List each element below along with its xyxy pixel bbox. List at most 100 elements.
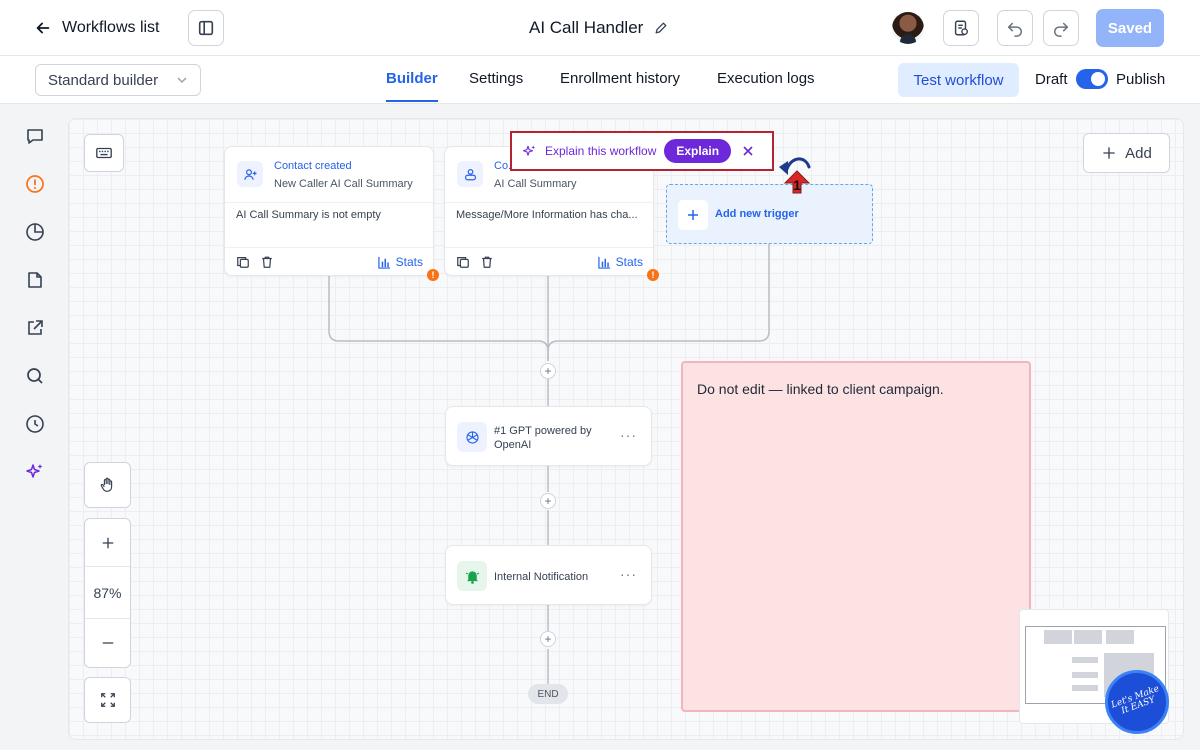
user-avatar[interactable] [892, 12, 924, 44]
comments-icon[interactable] [24, 125, 46, 147]
sticky-note-text: Do not edit — linked to client campaign. [697, 381, 944, 397]
add-step-button[interactable]: + [540, 631, 556, 647]
sticky-note[interactable]: Do not edit — linked to client campaign. [681, 361, 1031, 712]
file-icon[interactable] [24, 269, 46, 291]
fit-view-button[interactable] [84, 677, 131, 723]
action-label-secondary: OpenAI [494, 439, 532, 451]
back-to-workflows-button[interactable]: Workflows list [34, 14, 160, 42]
action-card-notification[interactable]: Internal Notification ··· [445, 545, 652, 605]
toggle-sidebar-button[interactable] [188, 10, 224, 46]
stats-label: Stats [615, 255, 643, 269]
sidebar-panel-icon [198, 20, 214, 36]
arrow-left-icon [36, 22, 50, 34]
workflow-title-text: AI Call Handler [529, 18, 644, 37]
zoom-controls: 87% [84, 518, 131, 668]
tab-execution-logs[interactable]: Execution logs [717, 70, 815, 87]
action-label: Internal Notification [494, 571, 589, 583]
pie-chart-icon[interactable] [24, 221, 46, 243]
bar-chart-icon [597, 256, 610, 269]
close-icon[interactable] [741, 144, 755, 158]
add-new-trigger-button[interactable]: Add new trigger [666, 184, 873, 244]
top-bar: Workflows list AI Call Handler Saved [0, 0, 1200, 56]
plus-icon [102, 537, 113, 548]
trigger-header: Contact created New Caller AI Call Summa… [225, 147, 433, 203]
action-label: #1 GPT powered by [494, 425, 592, 437]
back-label: Workflows list [62, 19, 160, 36]
sparkles-icon[interactable] [24, 461, 46, 483]
canvas-area: Add Contact created New Caller AI Call S… [68, 104, 1200, 750]
trigger-condition: AI Call Summary is not empty [236, 209, 381, 221]
explain-workflow-banner: Explain this workflow Explain [510, 131, 774, 171]
add-step-button[interactable]: + [540, 363, 556, 379]
hand-icon [100, 477, 112, 492]
trigger-card[interactable]: Contact created New Caller AI Call Summa… [224, 146, 439, 281]
redo-button[interactable] [1043, 10, 1079, 46]
watermark-text: Let's Make It EASY [1109, 684, 1161, 717]
sparkles-icon [522, 145, 536, 156]
expand-icon [100, 693, 115, 707]
trash-icon[interactable] [260, 255, 274, 269]
copy-icon[interactable] [236, 255, 250, 269]
trash-icon[interactable] [480, 255, 494, 269]
publish-label: Publish [1116, 71, 1166, 88]
search-icon[interactable] [24, 365, 46, 387]
step-number: 1 [793, 177, 801, 193]
add-button[interactable]: Add [1083, 133, 1170, 173]
trigger-name: New Caller AI Call Summary [274, 178, 413, 190]
openai-icon [457, 422, 487, 452]
workflow-canvas[interactable]: Add Contact created New Caller AI Call S… [68, 118, 1184, 740]
add-new-trigger-label: Add new trigger [715, 208, 799, 220]
action-card-gpt[interactable]: #1 GPT powered by OpenAI ··· [445, 406, 652, 466]
left-rail [0, 104, 68, 750]
keyboard-shortcuts-button[interactable] [84, 134, 124, 172]
undo-button[interactable] [997, 10, 1033, 46]
trigger-condition: Message/More Information has cha... [456, 209, 638, 221]
tab-enrollment-history[interactable]: Enrollment history [560, 70, 680, 87]
zoom-out-button[interactable] [85, 619, 130, 667]
stats-button[interactable]: Stats [597, 255, 643, 269]
workflow-report-button[interactable] [943, 10, 979, 46]
trigger-type: Contact created [274, 160, 352, 172]
builder-type-select[interactable]: Standard builder [35, 64, 201, 96]
undo-icon [1007, 22, 1023, 37]
history-icon[interactable] [24, 413, 46, 435]
explain-button[interactable]: Explain [664, 139, 732, 163]
explain-text: Explain this workflow [545, 144, 657, 158]
pan-tool-button[interactable] [84, 462, 131, 508]
sub-bar: Standard builder Builder Settings Enroll… [0, 56, 1200, 104]
plus-icon [678, 200, 708, 230]
workflow-title[interactable]: AI Call Handler [529, 18, 669, 38]
minus-icon [102, 642, 113, 644]
bar-chart-icon [377, 256, 390, 269]
builder-type-value: Standard builder [48, 71, 159, 89]
trigger-name: AI Call Summary [494, 178, 577, 190]
add-step-button[interactable]: + [540, 493, 556, 509]
add-label: Add [1125, 144, 1152, 162]
more-options-icon[interactable]: ··· [620, 427, 637, 443]
pencil-icon[interactable] [653, 20, 669, 36]
document-check-icon [954, 20, 968, 36]
draft-label: Draft [1035, 71, 1068, 88]
tab-settings[interactable]: Settings [469, 70, 523, 87]
users-icon [457, 161, 483, 187]
test-workflow-button[interactable]: Test workflow [898, 63, 1019, 97]
stats-button[interactable]: Stats [377, 255, 423, 269]
alert-circle-icon[interactable] [24, 173, 46, 195]
external-link-icon[interactable] [24, 317, 46, 339]
end-node: END [528, 684, 568, 704]
warning-icon[interactable]: ! [427, 269, 439, 281]
trigger-footer: Stats [445, 247, 653, 275]
trigger-footer: Stats [225, 247, 433, 275]
zoom-level: 87% [85, 567, 130, 619]
more-options-icon[interactable]: ··· [620, 566, 637, 582]
saved-button[interactable]: Saved [1096, 9, 1164, 47]
user-plus-icon [237, 161, 263, 187]
keyboard-icon [96, 147, 112, 159]
zoom-in-button[interactable] [85, 519, 130, 567]
stats-label: Stats [395, 255, 423, 269]
warning-icon[interactable]: ! [647, 269, 659, 281]
tab-builder[interactable]: Builder [386, 70, 438, 102]
copy-icon[interactable] [456, 255, 470, 269]
publish-toggle[interactable] [1076, 69, 1108, 89]
plus-icon [1103, 147, 1115, 159]
